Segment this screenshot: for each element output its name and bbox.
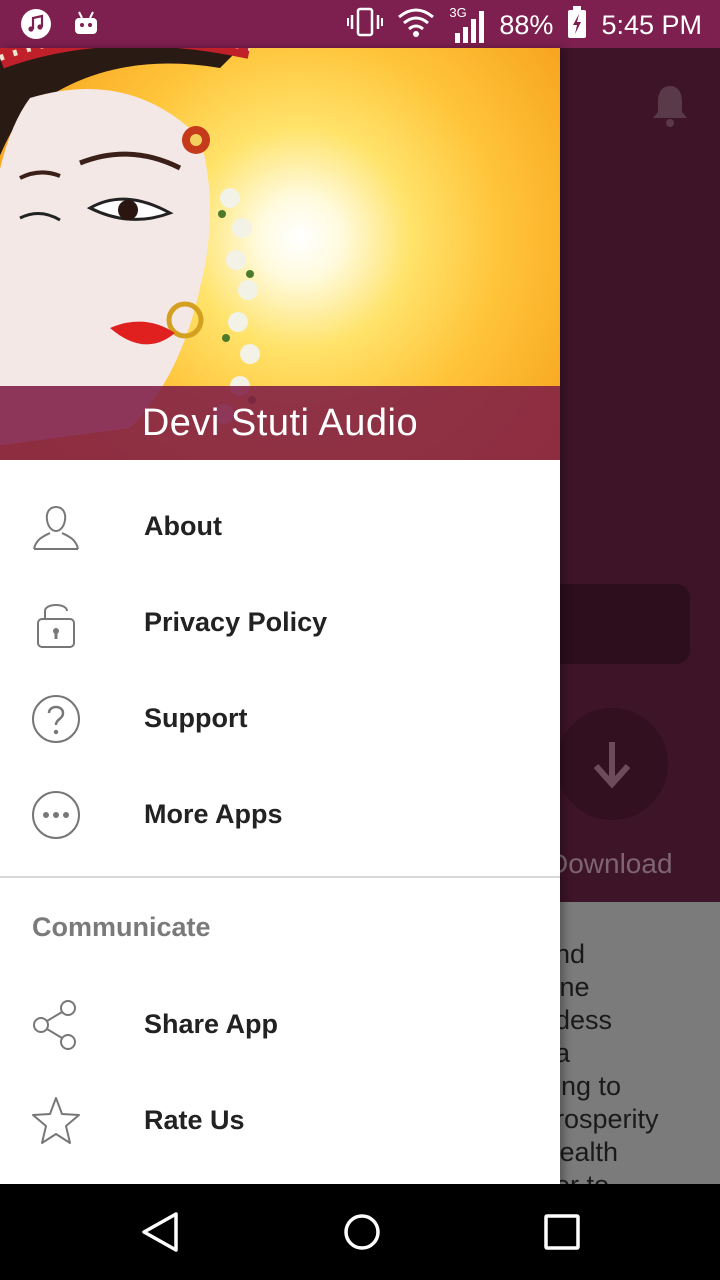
drawer-menu: About Privacy Policy Support More Apps <box>0 478 560 862</box>
menu-item-share-app[interactable]: Share App <box>0 976 560 1072</box>
navigation-drawer: Devi Stuti Audio About Privacy Policy Su… <box>0 48 560 1184</box>
communicate-menu: Share App Rate Us <box>0 976 560 1168</box>
network-type: 3G <box>449 4 467 20</box>
menu-item-label: More Apps <box>144 798 283 829</box>
menu-item-label: Support <box>144 702 248 733</box>
back-icon[interactable] <box>138 1210 182 1254</box>
help-icon <box>30 693 82 745</box>
status-bar: 3G 88% 5:45 PM <box>0 0 720 48</box>
recents-icon[interactable] <box>540 1210 584 1254</box>
menu-item-more-apps[interactable]: More Apps <box>0 766 560 862</box>
music-icon <box>20 8 52 40</box>
menu-item-privacy-policy[interactable]: Privacy Policy <box>0 574 560 670</box>
menu-item-label: Privacy Policy <box>144 606 328 637</box>
download-button[interactable] <box>556 708 668 820</box>
menu-divider <box>0 876 560 878</box>
menu-item-label: Share App <box>144 1008 279 1039</box>
battery-charging-icon <box>567 6 587 45</box>
app-title: Devi Stuti Audio <box>141 401 419 444</box>
lock-icon <box>30 597 82 649</box>
share-icon <box>30 999 82 1051</box>
download-arrow-icon <box>593 742 631 789</box>
person-icon <box>30 501 82 553</box>
more-icon <box>30 789 82 841</box>
drawer-title-band: Devi Stuti Audio <box>0 386 560 460</box>
download-label: Download <box>548 848 673 879</box>
section-header-communicate: Communicate <box>32 912 211 942</box>
wifi-icon <box>397 7 435 44</box>
menu-item-label: Rate Us <box>144 1104 245 1135</box>
description-text: and vine ddess ba ning to prosperity wea… <box>540 939 659 1184</box>
vibrate-icon <box>347 7 384 44</box>
signal-icon: 3G <box>449 5 485 43</box>
menu-item-about[interactable]: About <box>0 478 560 574</box>
menu-item-label: About <box>144 510 222 541</box>
menu-item-rate-us[interactable]: Rate Us <box>0 1072 560 1168</box>
android-icon <box>70 8 102 40</box>
battery-percent: 88% <box>499 10 554 40</box>
clock: 5:45 PM <box>601 10 702 40</box>
home-icon[interactable] <box>340 1210 384 1254</box>
menu-item-support[interactable]: Support <box>0 670 560 766</box>
star-icon <box>30 1095 82 1147</box>
navigation-bar <box>0 1184 720 1280</box>
notification-bell-icon[interactable] <box>650 82 690 128</box>
drawer-header: Devi Stuti Audio <box>0 48 560 460</box>
